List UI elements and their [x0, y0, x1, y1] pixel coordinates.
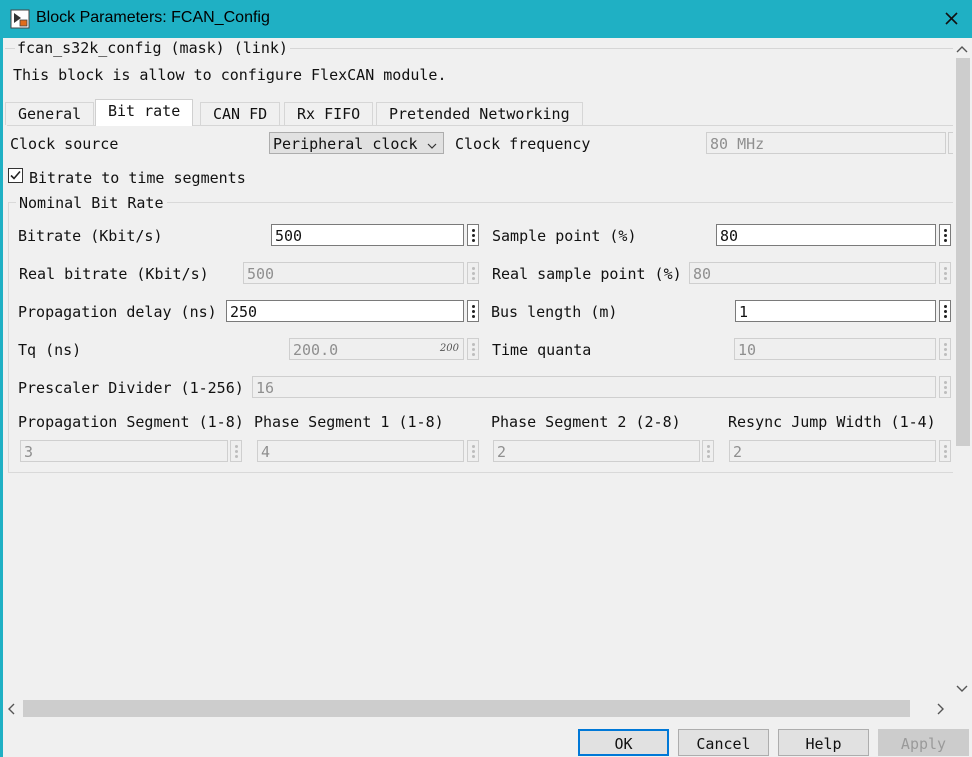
- sample-point-label: Sample point (%): [492, 227, 637, 245]
- bitrate-to-time-segments-label: Bitrate to time segments: [29, 169, 246, 187]
- phase-segment-1-field: 4: [257, 440, 464, 462]
- tab-rx-fifo[interactable]: Rx FIFO: [284, 102, 374, 125]
- vertical-scroll-thumb[interactable]: [956, 58, 970, 446]
- scroll-right-icon[interactable]: [934, 702, 946, 720]
- propagation-segment-options-button: [230, 440, 242, 462]
- clock-source-value: Peripheral clock: [273, 135, 418, 153]
- clock-source-label: Clock source: [10, 135, 119, 153]
- help-button[interactable]: Help: [778, 729, 869, 756]
- tq-options-button: [467, 338, 479, 360]
- tab-label: Bit rate: [108, 102, 181, 120]
- tq-value: 200.0: [293, 341, 339, 359]
- resync-jump-width-label: Resync Jump Width (1-4): [728, 413, 936, 431]
- dialog-content: fcan_s32k_config (mask) (link) This bloc…: [3, 38, 953, 699]
- window-title: Block Parameters: FCAN_Config: [36, 9, 270, 26]
- real-sample-point-label: Real sample point (%): [492, 265, 682, 283]
- bus-length-options-button[interactable]: [939, 300, 951, 322]
- resync-jump-width-options-button: [939, 440, 951, 462]
- clock-frequency-field: 80 MHz: [706, 132, 946, 154]
- tab-bit-rate[interactable]: Bit rate: [95, 99, 194, 126]
- time-quanta-field: 10: [734, 338, 936, 360]
- phase-segment-1-label: Phase Segment 1 (1-8): [254, 413, 444, 431]
- time-quanta-options-button: [939, 338, 951, 360]
- real-bitrate-field: 500: [243, 262, 464, 284]
- tab-pretended-networking[interactable]: Pretended Networking: [376, 102, 583, 125]
- resync-jump-width-field: 2: [729, 440, 936, 462]
- scroll-down-icon[interactable]: [954, 681, 970, 699]
- phase-segment-2-field: 2: [493, 440, 700, 462]
- tq-label: Tq (ns): [18, 341, 82, 359]
- phase-segment-1-options-button: [467, 440, 479, 462]
- clock-source-dropdown[interactable]: Peripheral clock: [269, 132, 444, 154]
- time-quanta-label: Time quanta: [492, 341, 592, 359]
- tab-general[interactable]: General: [5, 102, 95, 125]
- bus-length-input[interactable]: 1: [735, 300, 936, 322]
- tq-hint: 200: [439, 343, 459, 354]
- bitrate-to-time-segments-checkbox[interactable]: [8, 168, 23, 183]
- cancel-button[interactable]: Cancel: [678, 729, 769, 756]
- prescaler-options-button: [939, 376, 951, 398]
- tab-label: Pretended Networking: [389, 105, 570, 123]
- propagation-delay-options-button[interactable]: [467, 300, 479, 322]
- clock-frequency-label: Clock frequency: [455, 135, 591, 153]
- tq-field: 200.0 200: [289, 338, 464, 360]
- real-sample-point-options-button: [939, 262, 951, 284]
- propagation-delay-label: Propagation delay (ns): [18, 303, 217, 321]
- group-title: Nominal Bit Rate: [16, 194, 167, 212]
- close-icon: [945, 12, 958, 25]
- mask-type-label: fcan_s32k_config (mask) (link): [15, 39, 290, 57]
- propagation-segment-field: 3: [20, 440, 228, 462]
- tab-label: General: [18, 105, 82, 123]
- tab-label: Rx FIFO: [297, 105, 361, 123]
- bitrate-options-button[interactable]: [467, 224, 479, 246]
- real-bitrate-options-button: [467, 262, 479, 284]
- real-sample-point-field: 80: [689, 262, 936, 284]
- phase-segment-2-label: Phase Segment 2 (2-8): [491, 413, 681, 431]
- tab-label: CAN FD: [213, 105, 268, 123]
- tab-can-fd[interactable]: CAN FD: [200, 102, 281, 125]
- sample-point-input[interactable]: 80: [716, 224, 936, 246]
- bus-length-label: Bus length (m): [491, 303, 618, 321]
- propagation-segment-label: Propagation Segment (1-8): [18, 413, 244, 431]
- block-description: This block is allow to configure FlexCAN…: [13, 66, 447, 84]
- prescaler-field: 16: [252, 376, 936, 398]
- horizontal-scroll-thumb[interactable]: [23, 700, 910, 717]
- ok-button[interactable]: OK: [578, 729, 669, 756]
- bitrate-label: Bitrate (Kbit/s): [18, 227, 163, 245]
- real-bitrate-label: Real bitrate (Kbit/s): [19, 265, 209, 283]
- bitrate-input[interactable]: 500: [271, 224, 464, 246]
- simulink-block-icon: [10, 9, 30, 29]
- checkmark-icon: [10, 170, 21, 180]
- chevron-down-icon: [427, 137, 437, 155]
- propagation-delay-input[interactable]: 250: [226, 300, 464, 322]
- prescaler-label: Prescaler Divider (1-256): [18, 379, 244, 397]
- close-button[interactable]: [930, 0, 972, 38]
- scroll-left-icon[interactable]: [6, 702, 18, 720]
- apply-button: Apply: [878, 729, 969, 756]
- phase-segment-2-options-button: [702, 440, 714, 462]
- sample-point-options-button[interactable]: [939, 224, 951, 246]
